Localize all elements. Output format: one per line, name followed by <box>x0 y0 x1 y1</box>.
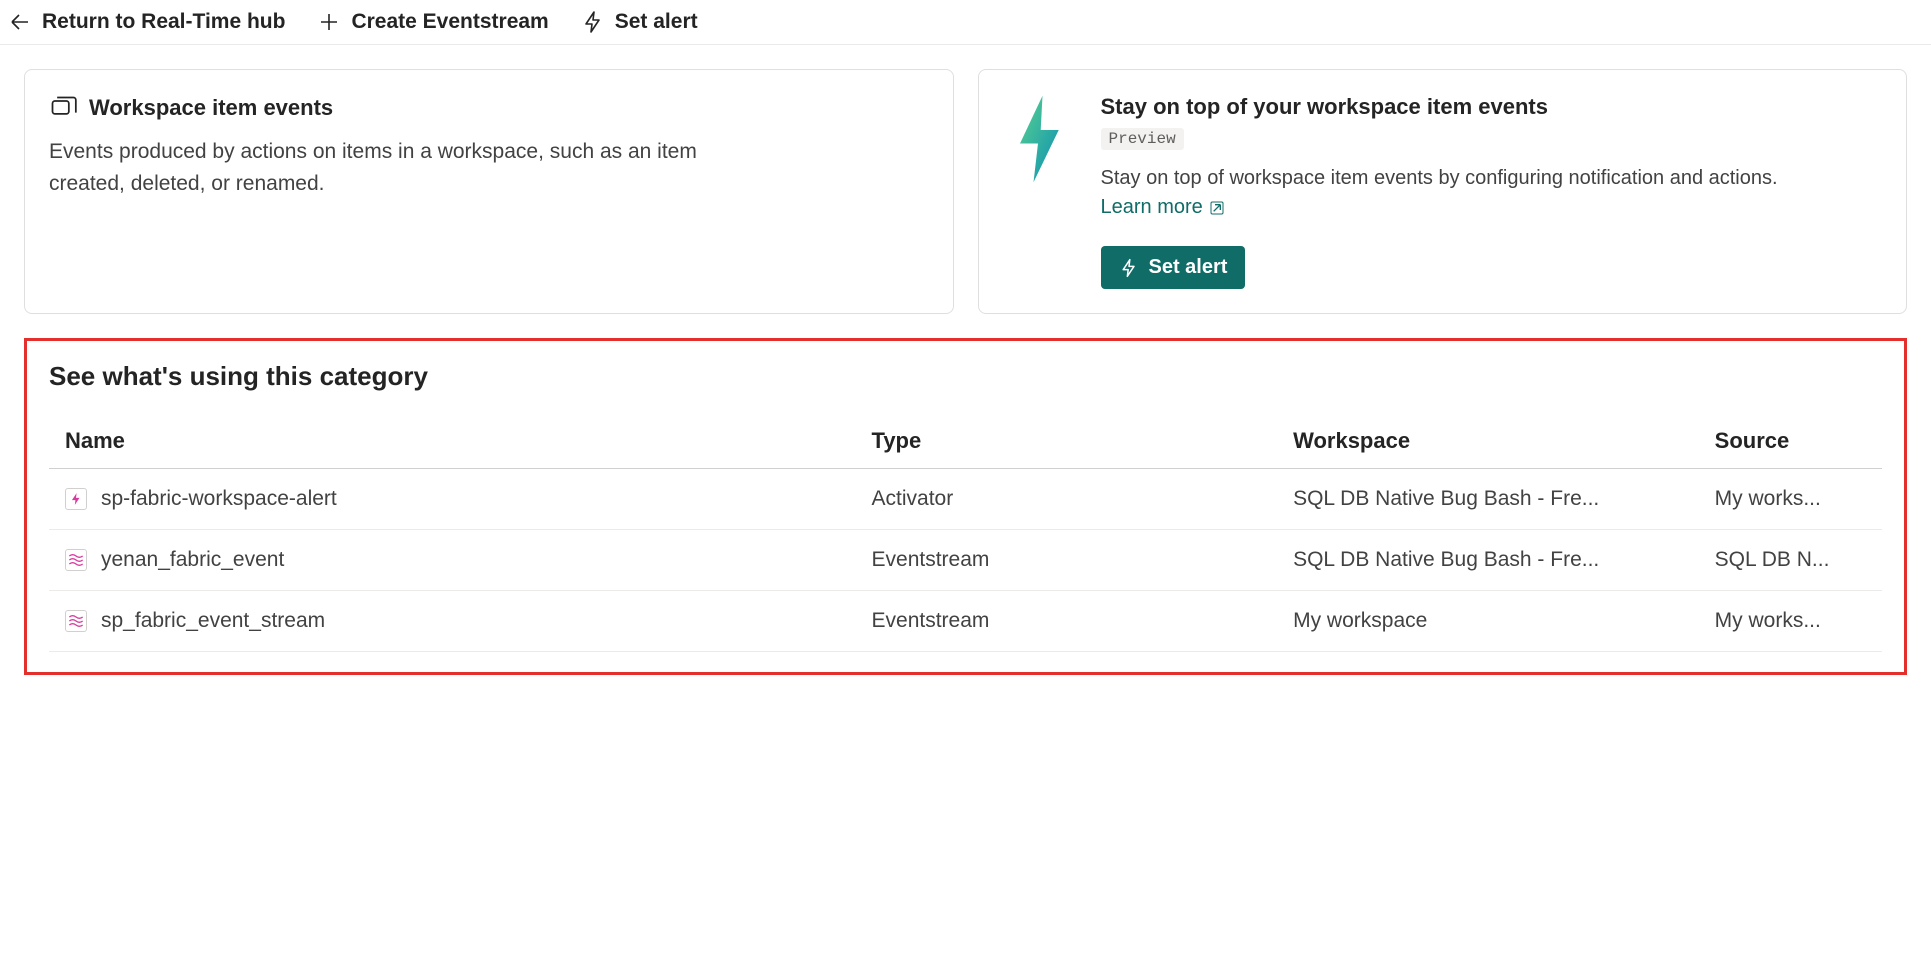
alert-card-title: Stay on top of your workspace item event… <box>1101 94 1883 120</box>
alert-card-text: Stay on top of your workspace item event… <box>1101 94 1883 289</box>
cell-workspace: SQL DB Native Bug Bash - Fre... <box>1277 530 1699 591</box>
set-alert-button-label: Set alert <box>1149 256 1228 279</box>
col-header-name[interactable]: Name <box>49 416 856 469</box>
info-card-title: Workspace item events <box>89 95 333 121</box>
info-card-description: Events produced by actions on items in a… <box>49 136 699 199</box>
eventstream-icon <box>65 610 87 632</box>
table-row[interactable]: yenan_fabric_event EventstreamSQL DB Nati… <box>49 530 1882 591</box>
arrow-left-icon <box>8 10 32 34</box>
alert-card-desc-text: Stay on top of workspace item events by … <box>1101 167 1778 189</box>
alert-card: Stay on top of your workspace item event… <box>978 69 1908 314</box>
row-name-text: yenan_fabric_event <box>101 548 284 572</box>
set-alert-button[interactable]: Set alert <box>1101 246 1246 289</box>
learn-more-link[interactable]: Learn more <box>1101 193 1225 222</box>
col-header-workspace[interactable]: Workspace <box>1277 416 1699 469</box>
info-card: Workspace item events Events produced by… <box>24 69 954 314</box>
cell-source: SQL DB N... <box>1699 530 1882 591</box>
table-row[interactable]: sp-fabric-workspace-alert ActivatorSQL DB… <box>49 469 1882 530</box>
category-table: Name Type Workspace Source sp-fabric-wor… <box>49 416 1882 652</box>
alert-card-body: Stay on top of your workspace item event… <box>1003 94 1883 289</box>
cell-name[interactable]: sp-fabric-workspace-alert <box>49 469 856 530</box>
info-card-header: Workspace item events <box>49 94 929 122</box>
toolbar: Return to Real-Time hub Create Eventstre… <box>0 0 1931 45</box>
category-section: See what's using this category Name Type… <box>24 338 1907 675</box>
cell-workspace: My workspace <box>1277 591 1699 652</box>
table-row[interactable]: sp_fabric_event_streamEventstreamMy work… <box>49 591 1882 652</box>
set-alert-toolbar-label: Set alert <box>615 10 698 34</box>
lightning-icon <box>1119 257 1139 279</box>
cell-name[interactable]: sp_fabric_event_stream <box>49 591 856 652</box>
cell-type: Activator <box>856 469 1278 530</box>
cell-workspace: SQL DB Native Bug Bash - Fre... <box>1277 469 1699 530</box>
learn-more-text: Learn more <box>1101 193 1203 222</box>
plus-icon <box>317 10 341 34</box>
return-label: Return to Real-Time hub <box>42 10 285 34</box>
workspace-events-icon <box>49 94 77 122</box>
row-name-text: sp_fabric_event_stream <box>101 609 325 633</box>
cards-row: Workspace item events Events produced by… <box>24 69 1907 314</box>
category-title: See what's using this category <box>49 361 1882 392</box>
preview-badge: Preview <box>1101 128 1184 150</box>
cell-source: My works... <box>1699 469 1882 530</box>
lightning-icon <box>581 10 605 34</box>
col-header-type[interactable]: Type <box>856 416 1278 469</box>
content-wrapper: Workspace item events Events produced by… <box>0 45 1931 699</box>
set-alert-toolbar-button[interactable]: Set alert <box>581 10 698 34</box>
table-header-row: Name Type Workspace Source <box>49 416 1882 469</box>
col-header-source[interactable]: Source <box>1699 416 1882 469</box>
return-button[interactable]: Return to Real-Time hub <box>8 10 285 34</box>
alert-card-description: Stay on top of workspace item events by … <box>1101 164 1883 222</box>
cell-type: Eventstream <box>856 591 1278 652</box>
cell-source: My works... <box>1699 591 1882 652</box>
create-eventstream-button[interactable]: Create Eventstream <box>317 10 548 34</box>
external-link-icon <box>1209 200 1225 216</box>
create-eventstream-label: Create Eventstream <box>351 10 548 34</box>
activator-icon <box>65 488 87 510</box>
lightning-gradient-icon <box>1003 94 1073 184</box>
row-name-text: sp-fabric-workspace-alert <box>101 487 337 511</box>
cell-type: Eventstream <box>856 530 1278 591</box>
eventstream-icon <box>65 549 87 571</box>
cell-name[interactable]: yenan_fabric_event <box>49 530 856 591</box>
